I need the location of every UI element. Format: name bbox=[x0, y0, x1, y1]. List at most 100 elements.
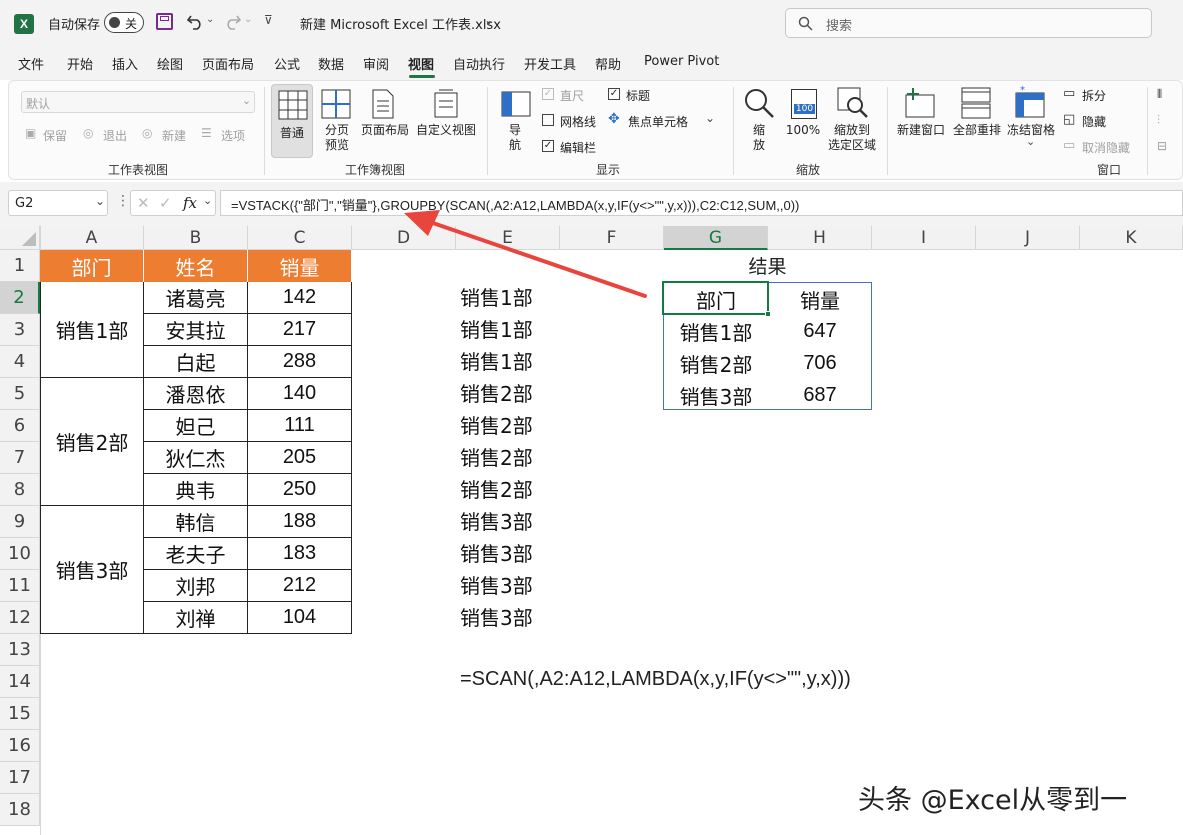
sales-cell[interactable]: 217 bbox=[248, 314, 352, 346]
ruler-checkbox[interactable]: ✓ bbox=[542, 88, 554, 100]
column-header-e[interactable]: E bbox=[456, 226, 560, 250]
enter-icon[interactable]: ✓ bbox=[159, 194, 172, 212]
row-header-8[interactable]: 8 bbox=[0, 474, 40, 506]
sync-scroll-icon[interactable]: ⫶ bbox=[1157, 113, 1160, 128]
result-header-cell[interactable]: 销量 bbox=[768, 283, 872, 315]
cancel-icon[interactable]: ✕ bbox=[137, 194, 150, 212]
scan-result-cell[interactable]: 销售3部 bbox=[460, 602, 600, 634]
row-header-15[interactable]: 15 bbox=[0, 698, 40, 730]
file-name[interactable]: 新建 Microsoft Excel 工作表.xlsx bbox=[300, 14, 501, 33]
undo-dropdown-icon[interactable]: ⌄ bbox=[206, 14, 214, 25]
undo-icon[interactable] bbox=[186, 13, 204, 31]
customize-qat-icon[interactable]: ⊽ bbox=[264, 13, 273, 27]
zoom-button[interactable]: 缩放 bbox=[749, 123, 769, 153]
result-cell[interactable]: 销售1部 bbox=[664, 315, 768, 347]
more-options-icon[interactable]: ⋮ bbox=[116, 193, 130, 209]
split-button[interactable]: 拆分 bbox=[1082, 87, 1106, 104]
row-header-11[interactable]: 11 bbox=[0, 570, 40, 602]
row-header-13[interactable]: 13 bbox=[0, 634, 40, 666]
insert-function-icon[interactable]: fx bbox=[183, 194, 197, 212]
name-cell[interactable]: 白起 bbox=[144, 346, 248, 378]
navigation-button[interactable]: 导航 bbox=[505, 123, 525, 153]
name-cell[interactable]: 韩信 bbox=[144, 506, 248, 538]
redo-icon[interactable] bbox=[224, 13, 242, 31]
sales-cell[interactable]: 142 bbox=[248, 282, 352, 314]
tab-page-layout[interactable]: 页面布局 bbox=[202, 54, 254, 73]
hide-button[interactable]: 隐藏 bbox=[1082, 113, 1106, 130]
tab-home[interactable]: 开始 bbox=[67, 54, 93, 73]
formula-bar-checkbox[interactable]: ✓ bbox=[542, 140, 554, 152]
sales-cell[interactable]: 212 bbox=[248, 570, 352, 602]
scan-result-cell[interactable]: 销售2部 bbox=[460, 474, 600, 506]
department-cell[interactable]: 销售1部 bbox=[40, 282, 144, 378]
name-cell[interactable]: 狄仁杰 bbox=[144, 442, 248, 474]
sales-cell[interactable]: 140 bbox=[248, 378, 352, 410]
sales-cell[interactable]: 104 bbox=[248, 602, 352, 634]
filename-chevron-icon[interactable]: ⌄ bbox=[484, 13, 494, 27]
tab-data[interactable]: 数据 bbox=[318, 54, 344, 73]
scan-result-cell[interactable]: 销售1部 bbox=[460, 282, 600, 314]
normal-view-button[interactable]: 普通 bbox=[271, 84, 313, 158]
name-cell[interactable]: 安其拉 bbox=[144, 314, 248, 346]
tab-formulas[interactable]: 公式 bbox=[274, 54, 300, 73]
scan-result-cell[interactable]: 销售3部 bbox=[460, 538, 600, 570]
column-header-d[interactable]: D bbox=[352, 226, 456, 250]
name-cell[interactable]: 诸葛亮 bbox=[144, 282, 248, 314]
result-title[interactable]: 结果 bbox=[663, 252, 872, 279]
department-cell[interactable]: 销售2部 bbox=[40, 378, 144, 506]
search-box[interactable]: 搜索 bbox=[785, 8, 1152, 38]
scan-result-cell[interactable]: 销售2部 bbox=[460, 410, 600, 442]
zoom-100-button[interactable]: 100% bbox=[783, 123, 823, 138]
row-header-14[interactable]: 14 bbox=[0, 666, 40, 698]
tab-insert[interactable]: 插入 bbox=[112, 54, 138, 73]
sales-cell[interactable]: 250 bbox=[248, 474, 352, 506]
table-header-2[interactable]: 姓名 bbox=[144, 250, 248, 282]
name-cell[interactable]: 刘禅 bbox=[144, 602, 248, 634]
result-cell[interactable]: 销售2部 bbox=[664, 347, 768, 379]
active-cell-g2[interactable] bbox=[662, 281, 769, 315]
focus-cell-dropdown-icon[interactable]: ⌄ bbox=[705, 111, 715, 125]
row-header-9[interactable]: 9 bbox=[0, 506, 40, 538]
scan-result-cell[interactable]: 销售1部 bbox=[460, 346, 600, 378]
scan-result-cell[interactable]: 销售2部 bbox=[460, 442, 600, 474]
scan-result-cell[interactable]: 销售2部 bbox=[460, 378, 600, 410]
column-header-g[interactable]: G bbox=[664, 226, 768, 250]
row-header-16[interactable]: 16 bbox=[0, 730, 40, 762]
department-cell[interactable]: 销售3部 bbox=[40, 506, 144, 634]
select-all-corner[interactable] bbox=[0, 226, 40, 250]
tab-file[interactable]: 文件 bbox=[18, 54, 44, 73]
name-cell[interactable]: 老夫子 bbox=[144, 538, 248, 570]
tab-review[interactable]: 审阅 bbox=[363, 54, 389, 73]
column-header-c[interactable]: C bbox=[248, 226, 352, 250]
save-icon[interactable] bbox=[156, 13, 173, 30]
sales-cell[interactable]: 288 bbox=[248, 346, 352, 378]
scan-result-cell[interactable]: 销售3部 bbox=[460, 506, 600, 538]
freeze-dropdown-icon[interactable]: ⌄ bbox=[1026, 135, 1035, 148]
side-by-side-icon[interactable]: ⫴ bbox=[1157, 87, 1162, 102]
column-header-i[interactable]: I bbox=[872, 226, 976, 250]
custom-view-button[interactable]: 自定义视图 bbox=[413, 123, 479, 138]
tab-draw[interactable]: 绘图 bbox=[157, 54, 183, 73]
tab-power-pivot[interactable]: Power Pivot bbox=[644, 54, 719, 69]
row-header-2[interactable]: 2 bbox=[0, 282, 40, 314]
name-cell[interactable]: 潘恩依 bbox=[144, 378, 248, 410]
row-header-3[interactable]: 3 bbox=[0, 314, 40, 346]
row-header-12[interactable]: 12 bbox=[0, 602, 40, 634]
row-header-7[interactable]: 7 bbox=[0, 442, 40, 474]
row-header-1[interactable]: 1 bbox=[0, 250, 40, 282]
tab-help[interactable]: 帮助 bbox=[595, 54, 621, 73]
keep-button[interactable]: 保留 bbox=[43, 127, 67, 144]
result-cell[interactable]: 销售3部 bbox=[664, 379, 768, 411]
column-header-b[interactable]: B bbox=[144, 226, 248, 250]
result-cell[interactable]: 706 bbox=[768, 347, 872, 379]
name-cell[interactable]: 妲己 bbox=[144, 410, 248, 442]
name-cell[interactable]: 典韦 bbox=[144, 474, 248, 506]
table-header-3[interactable]: 销量 bbox=[248, 250, 352, 282]
gridlines-checkbox[interactable] bbox=[542, 114, 554, 126]
autosave-toggle[interactable]: 关 bbox=[104, 12, 144, 33]
zoom-to-selection-button[interactable]: 缩放到 选定区域 bbox=[823, 123, 881, 153]
scan-result-cell[interactable]: 销售1部 bbox=[460, 314, 600, 346]
result-cell[interactable]: 647 bbox=[768, 315, 872, 347]
redo-dropdown-icon[interactable]: ⌄ bbox=[244, 14, 252, 25]
column-header-h[interactable]: H bbox=[768, 226, 872, 250]
